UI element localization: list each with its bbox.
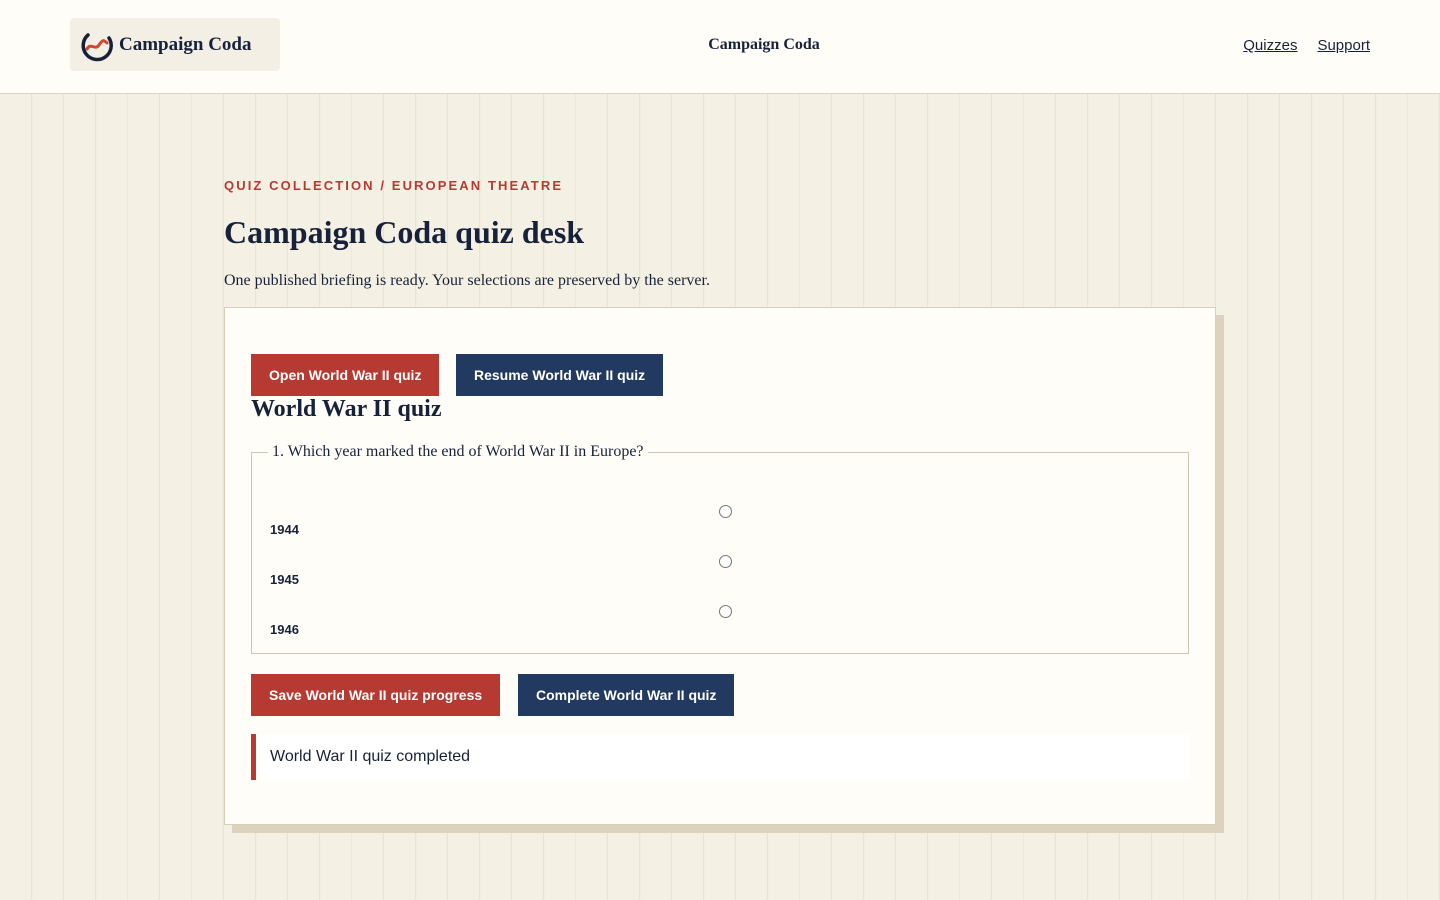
quiz-card: Open World War II quiz Resume World War … — [224, 307, 1216, 825]
status-message: World War II quiz completed — [251, 734, 1189, 780]
open-quiz-button[interactable]: Open World War II quiz — [251, 354, 440, 396]
option-radio-1945[interactable] — [719, 555, 732, 568]
question-fieldset: 1. Which year marked the end of World Wa… — [251, 443, 1189, 654]
page-intro: One published briefing is ready. Your se… — [224, 272, 710, 289]
page-title: Campaign Coda quiz desk — [224, 214, 585, 250]
header-title: Campaign Coda — [708, 36, 820, 53]
quiz-title: World War II quiz — [251, 396, 442, 422]
breadcrumb: QUIZ COLLECTION / EUROPEAN THEATRE — [224, 178, 564, 193]
option-label-1945[interactable]: 1945 — [270, 572, 299, 587]
option-label-1946[interactable]: 1946 — [270, 622, 299, 637]
nav-link-support[interactable]: Support — [1317, 37, 1370, 54]
question-text: 1. Which year marked the end of World Wa… — [272, 443, 644, 460]
site-header: Campaign Coda Campaign Coda Quizzes Supp… — [0, 0, 1440, 94]
complete-quiz-button[interactable]: Complete World War II quiz — [518, 674, 735, 716]
option-radio-1946[interactable] — [719, 605, 732, 618]
option-label-1944[interactable]: 1944 — [270, 522, 299, 537]
resume-quiz-button[interactable]: Resume World War II quiz — [456, 354, 664, 396]
save-progress-button[interactable]: Save World War II quiz progress — [251, 674, 501, 716]
header-nav: Quizzes Support — [1243, 37, 1370, 54]
option-radio-1944[interactable] — [719, 505, 732, 518]
nav-link-quizzes[interactable]: Quizzes — [1243, 37, 1297, 54]
